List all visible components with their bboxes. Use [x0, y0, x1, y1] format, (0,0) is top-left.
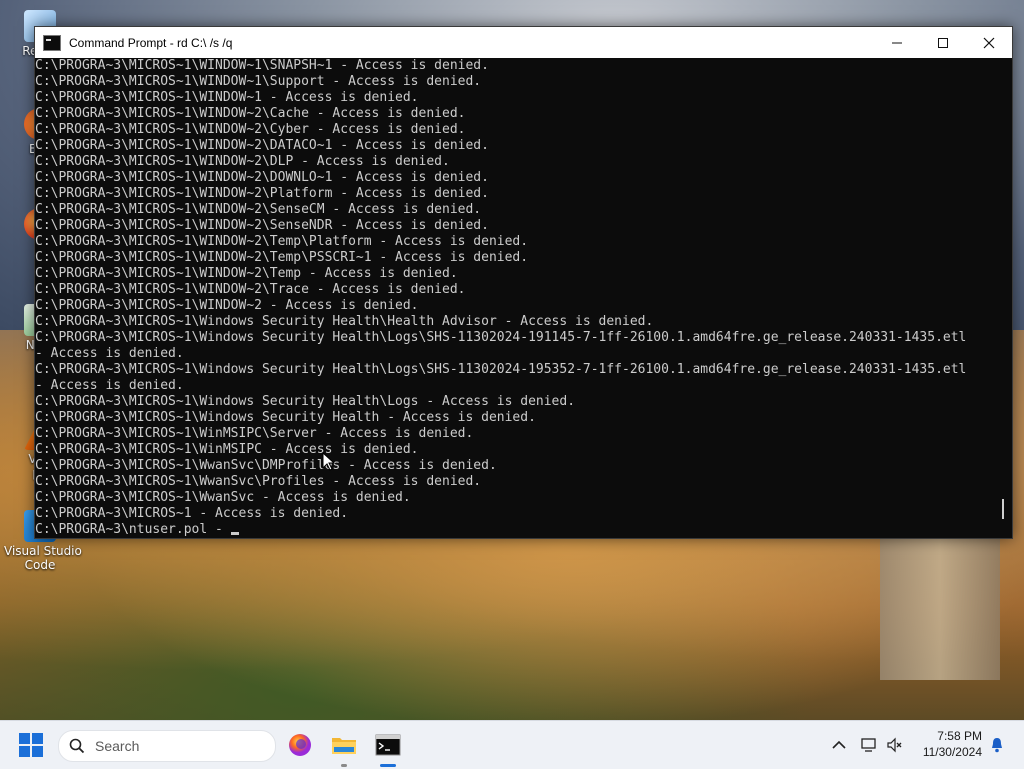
minimize-button[interactable] [874, 27, 920, 58]
console-line: C:\PROGRA~3\MICROS~1\WINDOW~2\SenseCM - … [35, 202, 482, 217]
clock-time: 7:58 PM [937, 729, 982, 743]
console-line: C:\PROGRA~3\MICROS~1\WINDOW~2 - Access i… [35, 298, 419, 313]
app-active-indicator [380, 764, 396, 767]
scroll-thumb[interactable] [1002, 499, 1004, 519]
taskbar-clock[interactable]: 7:58 PM 11/30/2024 [908, 728, 982, 760]
console-line: - Access is denied. [35, 378, 184, 393]
console-line: C:\PROGRA~3\MICROS~1\WinMSIPC - Access i… [35, 442, 419, 457]
console-line: C:\PROGRA~3\MICROS~1\Windows Security He… [35, 394, 576, 409]
mouse-pointer-icon [322, 452, 336, 471]
console-line: C:\PROGRA~3\MICROS~1\Windows Security He… [35, 410, 536, 425]
cmd-icon [43, 34, 61, 51]
desktop-icon-label: Visual Studio Code [4, 544, 82, 572]
console-line: C:\PROGRA~3\MICROS~1\WINDOW~1\Support - … [35, 74, 482, 89]
close-icon [983, 37, 995, 48]
start-button[interactable] [18, 732, 44, 758]
folder-icon [332, 738, 356, 754]
network-icon[interactable] [860, 736, 878, 754]
command-prompt-window[interactable]: Command Prompt - rd C:\ /s /q C:\PROGRA~… [34, 26, 1013, 539]
console-line: C:\PROGRA~3\MICROS~1\WINDOW~2\Cache - Ac… [35, 106, 466, 121]
console-line: C:\PROGRA~3\MICROS~1\Windows Security He… [35, 314, 654, 329]
console-line: C:\PROGRA~3\MICROS~1\WINDOW~2\Trace - Ac… [35, 282, 466, 297]
notification-bell-icon[interactable] [988, 736, 1006, 754]
windows-logo-icon [19, 733, 43, 757]
console-line: C:\PROGRA~3\MICROS~1\WINDOW~2\Temp - Acc… [35, 266, 458, 281]
text-cursor [230, 532, 239, 535]
console-line: C:\PROGRA~3\MICROS~1\WINDOW~2\Cyber - Ac… [35, 122, 466, 137]
chevron-up-icon[interactable] [830, 736, 848, 754]
close-button[interactable] [966, 27, 1012, 58]
console-line: - Access is denied. [35, 346, 184, 361]
taskbar-app-terminal[interactable] [372, 729, 404, 767]
console-line: C:\PROGRA~3\MICROS~1\Windows Security He… [35, 362, 967, 377]
search-placeholder: Search [95, 738, 140, 754]
console-line: C:\PROGRA~3\MICROS~1\WINDOW~2\SenseNDR -… [35, 218, 489, 233]
maximize-button[interactable] [920, 27, 966, 58]
console-output[interactable]: C:\PROGRA~3\MICROS~1\WINDOW~1\SNAPSH~1 -… [35, 58, 995, 538]
taskbar: Search 7:58 PM 11/30/2024 [0, 720, 1024, 769]
console-line: C:\PROGRA~3\MICROS~1\Windows Security He… [35, 330, 967, 345]
console-line: C:\PROGRA~3\MICROS~1\WINDOW~2\Temp\Platf… [35, 234, 529, 249]
terminal-icon [375, 734, 401, 756]
console-line: C:\PROGRA~3\ntuser.pol - [35, 522, 995, 538]
window-title: Command Prompt - rd C:\ /s /q [69, 35, 233, 50]
console-line: C:\PROGRA~3\MICROS~1\WinMSIPC\Server - A… [35, 426, 474, 441]
taskbar-app-firefox[interactable] [284, 729, 316, 761]
console-line: C:\PROGRA~3\MICROS~1\WwanSvc\Profiles - … [35, 474, 482, 489]
console-line: C:\PROGRA~3\MICROS~1\WINDOW~2\Temp\PSSCR… [35, 250, 529, 265]
console-line: C:\PROGRA~3\MICROS~1\WINDOW~1 - Access i… [35, 90, 419, 105]
console-line: C:\PROGRA~3\MICROS~1\WwanSvc\DMProfiles … [35, 458, 497, 473]
taskbar-app-file-explorer[interactable] [328, 729, 360, 767]
console-line: C:\PROGRA~3\MICROS~1\WINDOW~2\Platform -… [35, 186, 489, 201]
console-scrollbar[interactable] [995, 58, 1012, 538]
volume-muted-icon[interactable] [886, 736, 904, 754]
console-line: C:\PROGRA~3\MICROS~1 - Access is denied. [35, 506, 349, 521]
console-line: C:\PROGRA~3\MICROS~1\WwanSvc - Access is… [35, 490, 411, 505]
minimize-icon [892, 42, 902, 43]
clock-date: 11/30/2024 [922, 745, 982, 759]
maximize-icon [938, 37, 948, 48]
console-line: C:\PROGRA~3\MICROS~1\WINDOW~1\SNAPSH~1 -… [35, 58, 489, 73]
firefox-icon [289, 734, 311, 756]
app-running-indicator [341, 764, 347, 767]
console-line: C:\PROGRA~3\MICROS~1\WINDOW~2\DLP - Acce… [35, 154, 450, 169]
taskbar-search-box[interactable]: Search [58, 730, 276, 762]
console-line: C:\PROGRA~3\MICROS~1\WINDOW~2\DATACO~1 -… [35, 138, 489, 153]
search-icon [69, 738, 85, 754]
title-bar[interactable]: Command Prompt - rd C:\ /s /q [35, 27, 1012, 58]
console-line: C:\PROGRA~3\MICROS~1\WINDOW~2\DOWNLO~1 -… [35, 170, 489, 185]
